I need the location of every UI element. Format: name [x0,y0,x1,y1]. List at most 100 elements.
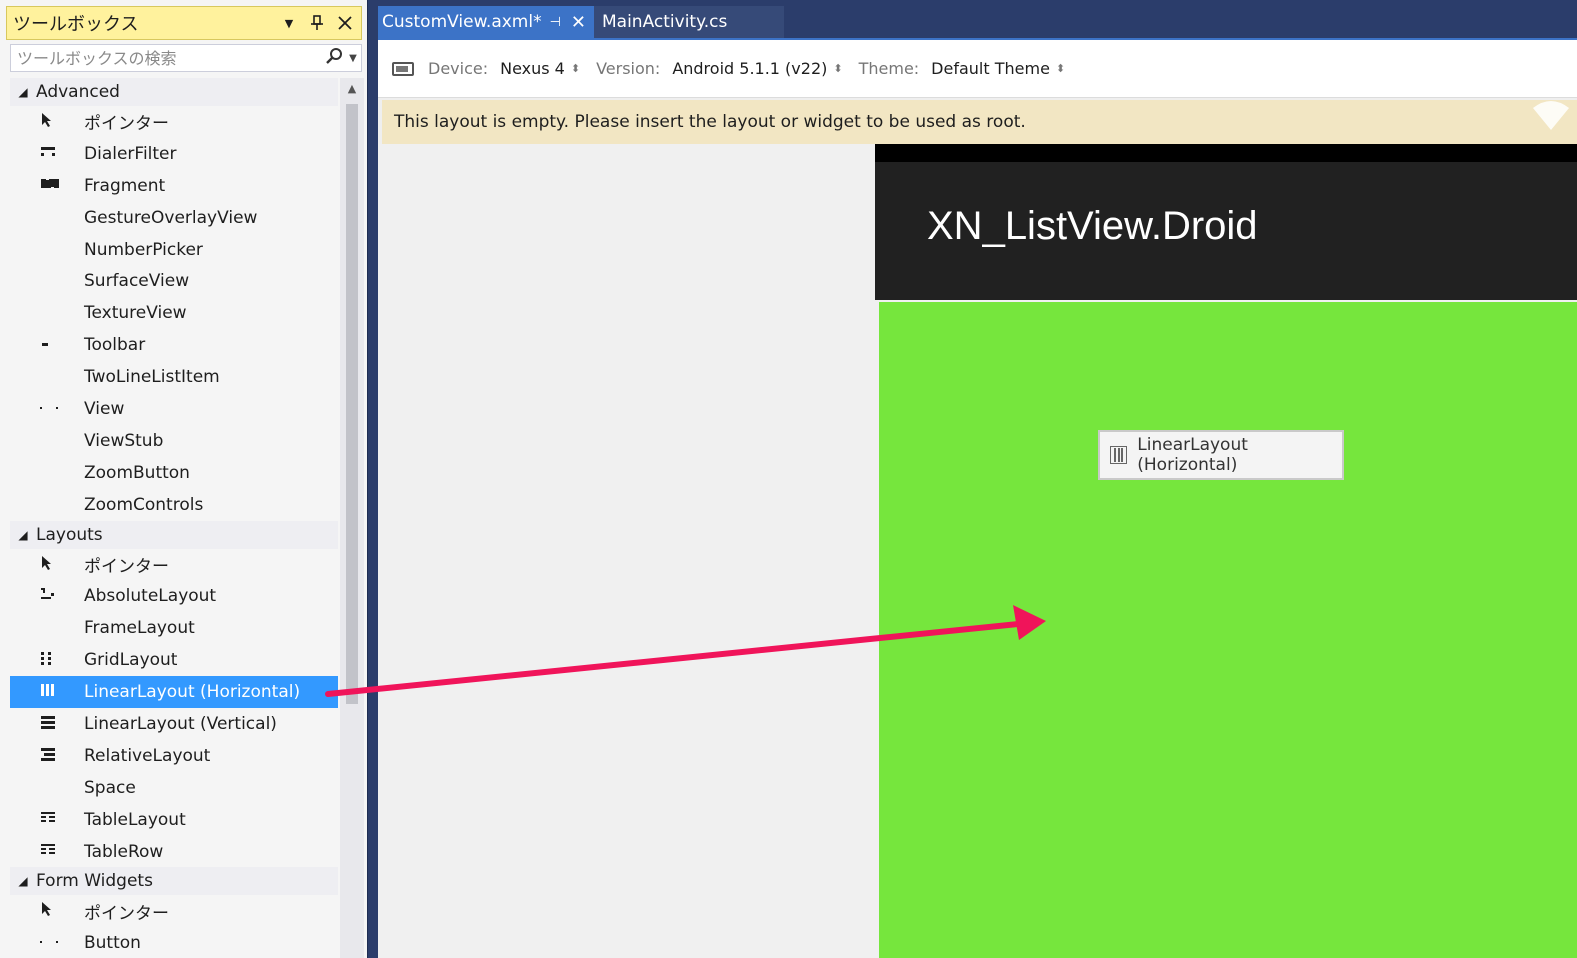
toolbox-item[interactable]: NumberPicker [10,234,338,266]
toolbox-titlebar: ツールボックス ▼ [6,6,362,40]
toolbox-item[interactable]: ZoomButton [10,457,338,489]
toolbox-item[interactable]: LinearLayout (Vertical) [10,708,338,740]
toolbox-item-label: Fragment [84,175,166,196]
toolbox-group-header[interactable]: ◢ Form Widgets [10,867,338,896]
toolbox-list: ◢ Advanced ポインター DialerFilter Fragment Gestur… [10,78,338,958]
toolbox-item[interactable]: TwoLineListItem [10,361,338,393]
toolbar-icon [10,337,84,353]
pointer-icon [10,901,84,921]
app-title: XN_ListView.Droid [927,204,1258,248]
toolbox-item[interactable]: TableRow [10,836,338,868]
layout-canvas[interactable] [879,302,1577,958]
app-bar: XN_ListView.Droid [875,162,1577,300]
updown-icon[interactable]: ⬍ [833,62,842,75]
toolbox-item[interactable]: ZoomControls [10,489,338,521]
toolbox-item[interactable]: ポインター [10,549,338,581]
device-label: Device: [428,59,489,78]
empty-layout-warning: This layout is empty. Please insert the … [382,100,1577,144]
pointer-icon [10,555,84,575]
scroll-up-icon[interactable]: ▲ [340,78,364,100]
group-label: Advanced [36,82,120,102]
document-tabs: CustomView.axml* ⊣ ✕ MainActivity.cs [378,6,784,38]
fragment-icon [10,176,84,195]
toolbox-item-label: NumberPicker [84,239,203,260]
version-select[interactable]: Android 5.1.1 (v22) [672,59,827,78]
toolbox-item[interactable]: Fragment [10,170,338,202]
close-tab-icon[interactable]: ✕ [571,12,586,33]
collapse-triangle-icon[interactable]: ◢ [10,874,36,888]
toolbox-item-label: Toolbar [84,335,146,356]
toolbox-item-label: TwoLineListItem [84,367,220,388]
toolbox-item[interactable]: View [10,393,338,425]
toolbox-search-input[interactable] [11,45,323,71]
toolbox-item[interactable]: FrameLayout [10,612,338,644]
table-row-icon [10,843,84,861]
toolbox-item-label: FrameLayout [84,618,195,639]
toolbox-scrollbar[interactable]: ▲ [340,78,364,958]
toolbox-item[interactable]: ポインター [10,106,338,138]
collapse-triangle-icon[interactable]: ◢ [10,85,36,99]
toolbox-item[interactable]: DialerFilter [10,138,338,170]
toolbox-group-header[interactable]: ◢ Layouts [10,520,338,549]
device-select[interactable]: Nexus 4 [500,59,565,78]
toolbox-item-label: TableRow [84,841,164,862]
updown-icon[interactable]: ⬍ [571,62,580,75]
grid-layout-icon [10,651,84,669]
toolbox-item-label: TextureView [84,303,187,324]
group-label: Form Widgets [36,871,153,892]
toolbox-group-header[interactable]: ◢ Advanced [10,78,338,106]
tab-label: MainActivity.cs [602,12,728,32]
version-label: Version: [596,59,661,78]
theme-select[interactable]: Default Theme [931,59,1050,78]
toolbox-item[interactable]: GridLayout [10,644,338,676]
pin-icon[interactable] [305,11,329,35]
toolbox-item[interactable]: SurfaceView [10,265,338,297]
toolbox-item-label: AbsoluteLayout [84,586,217,607]
toolbox-item[interactable]: LinearLayout (Horizontal) [10,676,338,709]
toolbox-item[interactable]: Toolbar [10,329,338,361]
drop-preview-tooltip: LinearLayout (Horizontal) [1098,430,1344,480]
theme-label: Theme: [858,59,920,78]
device-icon[interactable] [392,61,414,76]
ide-window: ツールボックス ▼ ▼ ◢AdvancedポインターDialerFilterFr… [0,0,1577,958]
toolbox-item-label: LinearLayout (Vertical) [84,713,277,734]
toolbox-item-label: SurfaceView [84,271,190,292]
phone-preview: XN_ListView.Droid LinearLayout (Horizont… [875,144,1577,958]
linear-horizontal-icon [1110,446,1128,464]
button-icon [10,935,84,951]
toolbox-item-label: Button [84,933,141,954]
toolbox-item[interactable]: TextureView [10,297,338,329]
view-icon [10,401,84,417]
toolbox-item-label: LinearLayout (Horizontal) [84,682,301,703]
toolbox-item[interactable]: AbsoluteLayout [10,580,338,612]
toolbox-item[interactable]: ポインター [10,895,338,927]
toolbox-item[interactable]: RelativeLayout [10,740,338,772]
tab-mainactivity[interactable]: MainActivity.cs [594,6,784,38]
close-icon[interactable] [333,11,357,35]
designer-surface: Device: Nexus 4 ⬍ Version: Android 5.1.1… [378,40,1577,958]
toolbox-item[interactable]: Button [10,927,338,958]
device-toolbar: Device: Nexus 4 ⬍ Version: Android 5.1.1… [378,40,1577,98]
collapse-triangle-icon[interactable]: ◢ [10,528,36,542]
toolbox-item-label: TableLayout [84,809,186,830]
toolbox-item[interactable]: GestureOverlayView [10,202,338,234]
table-layout-icon [10,811,84,829]
drop-preview-label: LinearLayout (Horizontal) [1137,435,1248,475]
absolute-layout-icon [10,587,84,605]
tab-label: CustomView.axml* [382,12,542,32]
toolbox-item-label: ポインター [84,557,169,578]
toolbox-item-label: ViewStub [84,430,164,451]
updown-icon[interactable]: ⬍ [1056,62,1065,75]
tab-customview[interactable]: CustomView.axml* ⊣ ✕ [378,6,594,38]
scrollbar-thumb[interactable] [346,104,358,704]
toolbox-item[interactable]: ViewStub [10,425,338,457]
search-icon[interactable] [323,47,345,69]
toolbox-item[interactable]: Space [10,772,338,804]
toolbox-item-label: RelativeLayout [84,745,211,766]
search-options-icon[interactable]: ▼ [345,53,361,64]
toolbox-title: ツールボックス [13,14,139,35]
pin-icon[interactable]: ⊣ [550,15,561,30]
toolbox-item[interactable]: TableLayout [10,804,338,836]
dropdown-icon[interactable]: ▼ [277,11,301,35]
toolbox-item-label: ポインター [84,903,169,924]
